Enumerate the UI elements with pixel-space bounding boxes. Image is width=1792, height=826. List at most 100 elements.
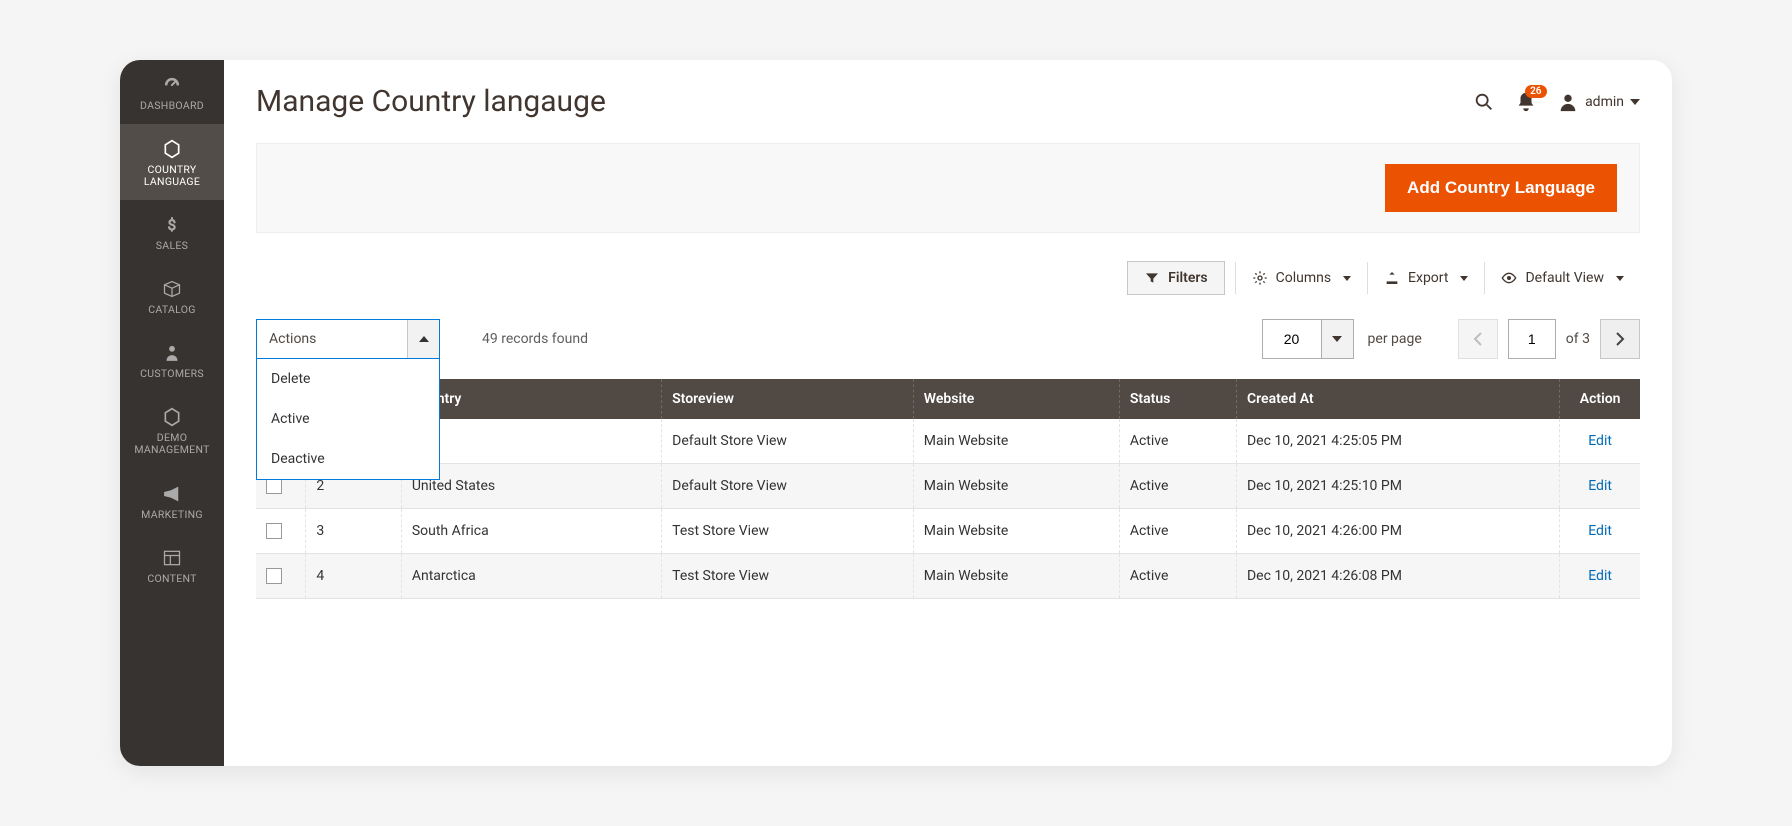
actions-select-toggle[interactable] xyxy=(407,320,439,358)
pager-next-button[interactable] xyxy=(1600,319,1640,359)
table-row: 3 South Africa Test Store View Main Webs… xyxy=(256,509,1640,554)
sidebar-item-label: CUSTOMERS xyxy=(140,368,204,380)
upload-icon xyxy=(1384,270,1400,286)
edit-link[interactable]: Edit xyxy=(1588,433,1612,449)
notifications-icon[interactable]: 26 xyxy=(1515,91,1537,113)
default-view-label: Default View xyxy=(1525,270,1604,286)
cell-storeview: Test Store View xyxy=(662,509,914,554)
actions-option-delete[interactable]: Delete xyxy=(257,359,439,399)
page-size-control xyxy=(1262,319,1354,359)
cell-website: Main Website xyxy=(913,464,1119,509)
grid-toolbar: Filters Columns Export Default View xyxy=(256,261,1640,295)
cell-created: Dec 10, 2021 4:25:10 PM xyxy=(1236,464,1559,509)
sidebar-item-content[interactable]: CONTENT xyxy=(120,533,224,597)
page-size-input[interactable] xyxy=(1263,320,1321,358)
table-row: 4 Antarctica Test Store View Main Websit… xyxy=(256,554,1640,599)
eye-icon xyxy=(1501,270,1517,286)
col-country[interactable]: Country xyxy=(401,379,661,419)
sidebar-item-dashboard[interactable]: DASHBOARD xyxy=(120,60,224,124)
per-page-label: per page xyxy=(1368,331,1422,347)
chevron-right-icon xyxy=(1615,332,1625,346)
cell-created: Dec 10, 2021 4:26:00 PM xyxy=(1236,509,1559,554)
main-content: Manage Country langauge 26 admin Add Cou… xyxy=(224,60,1672,766)
pager-prev-button[interactable] xyxy=(1458,319,1498,359)
action-bar: Add Country Language xyxy=(256,143,1640,233)
sidebar: DASHBOARD COUNTRY LANGUAGE $ SALES CATAL… xyxy=(120,60,224,766)
grid-header-row: ID Country Storeview Website Status Crea… xyxy=(256,379,1640,419)
gauge-icon xyxy=(162,74,182,96)
page-input[interactable] xyxy=(1508,319,1556,359)
user-menu[interactable]: admin xyxy=(1557,91,1640,113)
dollar-icon: $ xyxy=(162,214,182,236)
sidebar-item-marketing[interactable]: MARKETING xyxy=(120,469,224,533)
sidebar-item-sales[interactable]: $ SALES xyxy=(120,200,224,264)
sidebar-item-customers[interactable]: CUSTOMERS xyxy=(120,328,224,392)
cell-country: United States xyxy=(401,464,661,509)
export-button[interactable]: Export xyxy=(1367,262,1484,294)
grid-controls: Actions Delete Active Deactive 49 record… xyxy=(256,319,1640,359)
funnel-icon xyxy=(1144,270,1160,286)
cell-status: Active xyxy=(1119,554,1236,599)
cell-created: Dec 10, 2021 4:26:08 PM xyxy=(1236,554,1559,599)
edit-link[interactable]: Edit xyxy=(1588,523,1612,539)
notifications-badge: 26 xyxy=(1525,85,1546,98)
col-created-at[interactable]: Created At xyxy=(1236,379,1559,419)
page-size-toggle[interactable] xyxy=(1321,320,1353,358)
chevron-down-icon xyxy=(1343,276,1351,281)
cell-status: Active xyxy=(1119,509,1236,554)
edit-link[interactable]: Edit xyxy=(1588,568,1612,584)
table-row: 2 United States Default Store View Main … xyxy=(256,464,1640,509)
col-website[interactable]: Website xyxy=(913,379,1119,419)
app-window: DASHBOARD COUNTRY LANGUAGE $ SALES CATAL… xyxy=(120,60,1672,766)
cell-status: Active xyxy=(1119,419,1236,464)
cell-website: Main Website xyxy=(913,419,1119,464)
sidebar-item-country-language[interactable]: COUNTRY LANGUAGE xyxy=(120,124,224,200)
default-view-button[interactable]: Default View xyxy=(1484,262,1640,294)
row-checkbox[interactable] xyxy=(266,523,282,539)
data-grid: ID Country Storeview Website Status Crea… xyxy=(256,379,1640,599)
gear-icon xyxy=(1252,270,1268,286)
chevron-up-icon xyxy=(419,336,429,342)
actions-wrap: Actions Delete Active Deactive xyxy=(256,319,440,359)
cell-website: Main Website xyxy=(913,554,1119,599)
table-row: 1 ia Default Store View Main Website Act… xyxy=(256,419,1640,464)
search-icon[interactable] xyxy=(1473,91,1495,113)
cell-storeview: Default Store View xyxy=(662,419,914,464)
edit-link[interactable]: Edit xyxy=(1588,478,1612,494)
cell-status: Active xyxy=(1119,464,1236,509)
cell-id: 3 xyxy=(306,509,401,554)
chevron-left-icon xyxy=(1473,332,1483,346)
cell-website: Main Website xyxy=(913,509,1119,554)
col-status[interactable]: Status xyxy=(1119,379,1236,419)
actions-option-active[interactable]: Active xyxy=(257,399,439,439)
cell-storeview: Test Store View xyxy=(662,554,914,599)
box-icon xyxy=(162,278,182,300)
col-storeview[interactable]: Storeview xyxy=(662,379,914,419)
chevron-down-icon xyxy=(1630,99,1640,105)
chevron-down-icon xyxy=(1332,336,1342,342)
sidebar-item-demo-management[interactable]: DEMO MANAGEMENT xyxy=(120,392,224,468)
actions-dropdown: Delete Active Deactive xyxy=(256,359,440,480)
records-found: 49 records found xyxy=(482,331,588,347)
sidebar-item-label: SALES xyxy=(156,240,188,252)
svg-text:$: $ xyxy=(168,216,177,234)
filters-label: Filters xyxy=(1168,270,1207,286)
topbar: Manage Country langauge 26 admin xyxy=(256,84,1640,119)
row-checkbox[interactable] xyxy=(266,478,282,494)
actions-select[interactable]: Actions xyxy=(256,319,440,359)
cell-country: South Africa xyxy=(401,509,661,554)
hexagon-icon xyxy=(162,406,182,428)
cell-country: ia xyxy=(401,419,661,464)
columns-button[interactable]: Columns xyxy=(1235,262,1367,294)
sidebar-item-label: CONTENT xyxy=(147,573,196,585)
actions-option-deactive[interactable]: Deactive xyxy=(257,439,439,479)
username: admin xyxy=(1585,94,1624,110)
sidebar-item-catalog[interactable]: CATALOG xyxy=(120,264,224,328)
actions-select-label: Actions xyxy=(257,320,407,358)
row-checkbox[interactable] xyxy=(266,568,282,584)
page-of-label: of 3 xyxy=(1566,331,1590,347)
add-country-language-button[interactable]: Add Country Language xyxy=(1385,164,1617,212)
cell-storeview: Default Store View xyxy=(662,464,914,509)
person-icon xyxy=(162,342,182,364)
filters-button[interactable]: Filters xyxy=(1127,261,1224,295)
